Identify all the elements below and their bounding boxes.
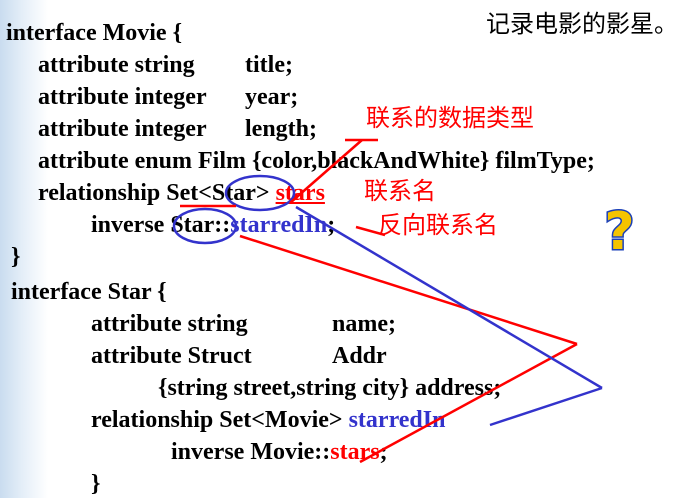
inverse-prefix-movie: inverse Movie:: — [171, 439, 331, 465]
code-line-year-type: attribute integer — [38, 84, 207, 110]
code-line-inverse-stars: inverse Movie::stars; — [171, 438, 388, 466]
line-red-connector-lower — [359, 342, 578, 464]
inverse-name-stars: stars — [330, 439, 380, 465]
code-line-name-name: name; — [332, 311, 396, 337]
code-line-name-type: attribute string — [91, 311, 248, 337]
question-mark-icon: ? — [603, 197, 636, 264]
slide-note: 记录电影的影星。 — [486, 10, 678, 38]
code-line-filmtype: attribute enum Film {color,blackAndWhite… — [38, 148, 595, 174]
code-line-interface-star: interface Star { — [11, 279, 167, 305]
code-line-addr-type: attribute Struct — [91, 343, 252, 369]
inverse-name-starredin: starredIn — [230, 212, 328, 238]
code-line-address-struct: {string street,string city} address; — [158, 375, 502, 401]
inverse-prefix: inverse Star:: — [91, 212, 231, 238]
code-line-title-name: title; — [245, 52, 293, 78]
svg-text:?: ? — [604, 202, 634, 262]
inverse-semicolon: ; — [327, 212, 336, 238]
annotation-data-type: 联系的数据类型 — [366, 104, 534, 132]
code-line-length-name: length; — [245, 116, 317, 142]
relationship-name-stars: stars — [275, 180, 325, 206]
code-line-addr-name: Addr — [332, 343, 387, 369]
code-line-inverse-starredin: inverse Star::starredIn; — [91, 211, 335, 239]
line-blue-connector-lower — [489, 386, 603, 427]
code-line-interface-movie: interface Movie { — [6, 20, 183, 46]
code-line-relationship-starredin: relationship Set<Movie> starredIn — [91, 406, 445, 434]
annotation-relationship-name: 联系名 — [364, 177, 436, 205]
relationship-name-starredin: starredIn — [348, 407, 446, 433]
relationship-type: relationship Set<Star> — [38, 180, 270, 206]
line-red-connector-upper — [239, 234, 578, 346]
inverse-semicolon-2: ; — [379, 439, 388, 465]
annotation-inverse-name: 反向联系名 — [378, 211, 498, 239]
code-line-close-star: } — [91, 471, 101, 497]
code-line-year-name: year; — [245, 84, 299, 110]
code-line-relationship-stars: relationship Set<Star> stars — [38, 179, 325, 207]
code-line-title-type: attribute string — [38, 52, 195, 78]
relationship-type-movie: relationship Set<Movie> — [91, 407, 343, 433]
code-line-close-movie: } — [11, 244, 21, 270]
code-line-length-type: attribute integer — [38, 116, 207, 142]
